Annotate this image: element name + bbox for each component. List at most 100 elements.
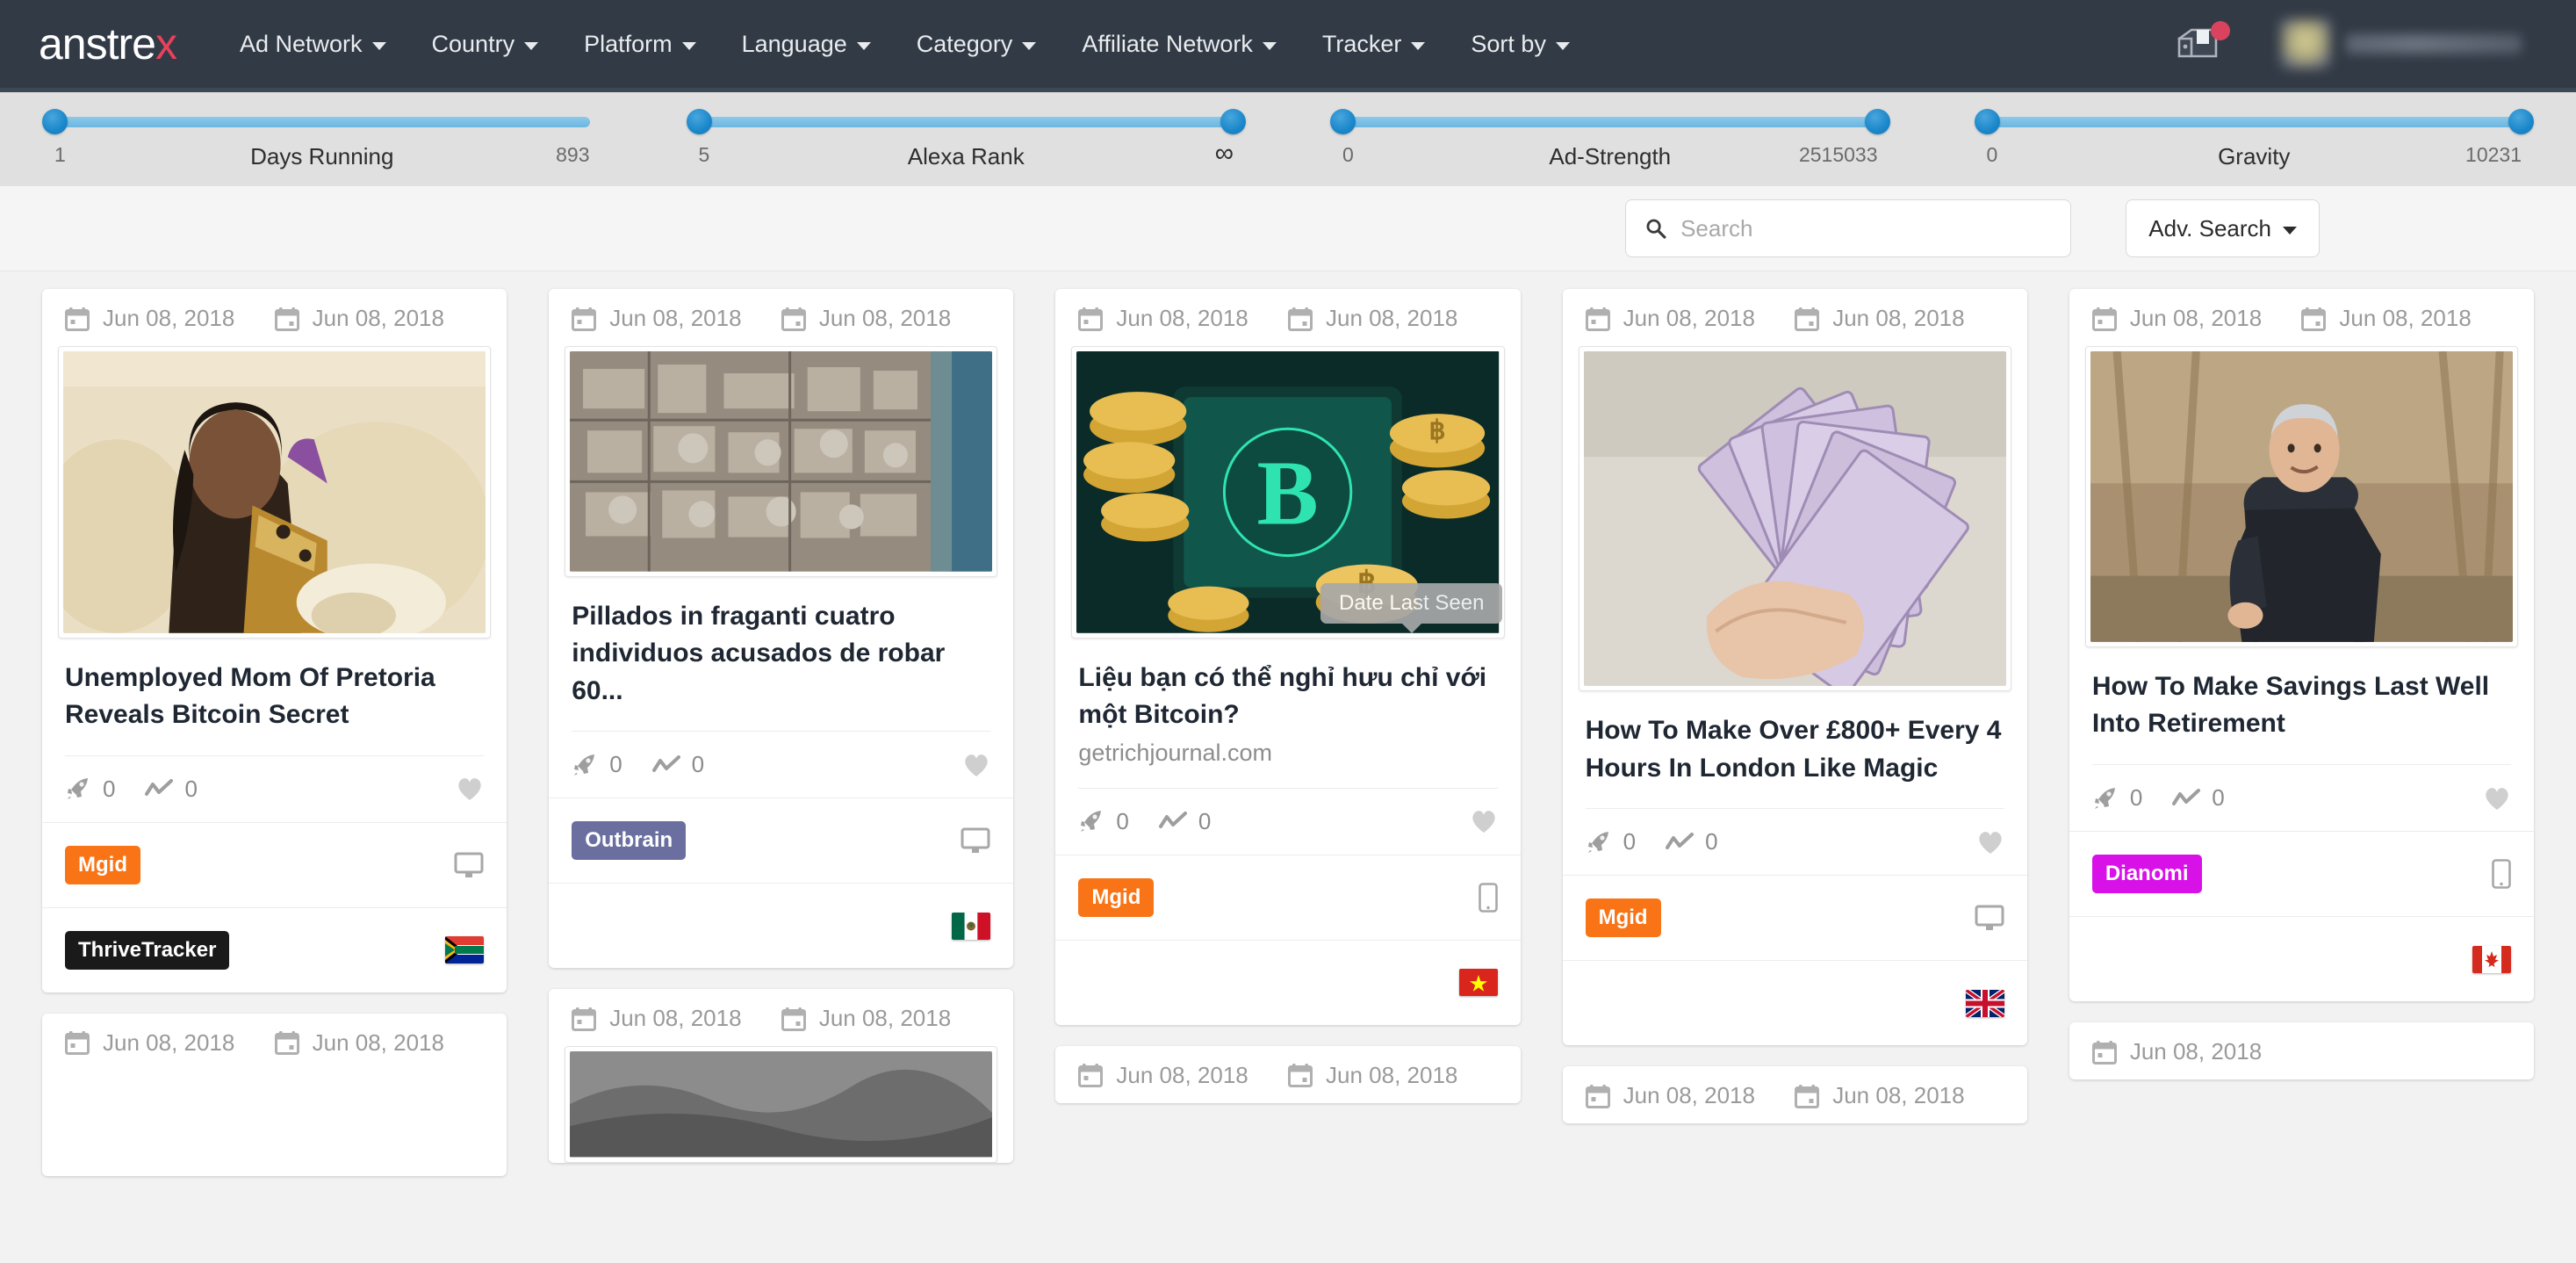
- card-image-frame[interactable]: £20 £20: [1578, 346, 2011, 691]
- search-field[interactable]: [1625, 199, 2072, 257]
- nav-item-country[interactable]: Country: [409, 31, 562, 58]
- card-network-row: Outbrain: [549, 798, 1014, 884]
- date-last-seen-value: Jun 08, 2018: [1832, 1082, 1965, 1109]
- card-image-frame[interactable]: [58, 346, 492, 639]
- card-network-row: Mgid: [1562, 876, 2027, 962]
- ad-card[interactable]: Jun 08, 2018 Jun 08, 2018: [1055, 289, 1521, 1025]
- ad-creative-image[interactable]: [570, 1051, 993, 1158]
- ad-network-badge[interactable]: Dianomi: [2091, 855, 2202, 893]
- ad-network-badge[interactable]: Mgid: [1078, 877, 1155, 917]
- date-last-seen: Jun 08, 2018: [2301, 305, 2511, 332]
- slider-handle-min[interactable]: [686, 109, 712, 134]
- ad-creative-image[interactable]: [570, 351, 993, 572]
- search-input[interactable]: [1680, 214, 2052, 242]
- nav-item-sort-by[interactable]: Sort by: [1448, 31, 1593, 58]
- gravity-value: 0: [1623, 828, 1637, 855]
- ad-title[interactable]: Unemployed Mom Of Pretoria Reveals Bitco…: [65, 660, 484, 734]
- nav-item-tracker[interactable]: Tracker: [1299, 31, 1449, 58]
- favorite-heart-icon[interactable]: [2483, 785, 2511, 812]
- slider-handle-min[interactable]: [1330, 109, 1356, 134]
- nav-item-language[interactable]: Language: [719, 31, 894, 58]
- ad-creative-image[interactable]: [2090, 351, 2514, 642]
- ad-card[interactable]: Jun 08, 2018 Jun 08, 2018: [42, 289, 507, 992]
- slider-handle-min[interactable]: [42, 109, 68, 134]
- nav-item-ad-network[interactable]: Ad Network: [217, 31, 409, 58]
- favorite-heart-icon[interactable]: [1470, 808, 1498, 834]
- ad-domain[interactable]: getrichjournal.com: [1078, 740, 1497, 767]
- username-label: [2346, 34, 2522, 54]
- slider-track[interactable]: [698, 117, 1234, 127]
- favorite-heart-icon[interactable]: [456, 776, 484, 802]
- ad-card[interactable]: Jun 08, 2018 Jun 08, 2018: [549, 289, 1014, 969]
- date-last-seen: Jun 08, 2018: [781, 305, 991, 332]
- favorite-heart-icon[interactable]: [962, 752, 990, 778]
- calendar-icon: [1585, 1084, 1610, 1108]
- country-indicator: [1965, 989, 2004, 1017]
- slider-track[interactable]: [54, 117, 590, 127]
- nav-item-affiliate-network[interactable]: Affiliate Network: [1059, 31, 1299, 58]
- ad-card[interactable]: Jun 08, 2018 Jun 08, 2018: [42, 1013, 507, 1176]
- nav-item-category[interactable]: Category: [894, 31, 1060, 58]
- card-image-frame[interactable]: [2084, 346, 2519, 647]
- mailbox-notification-button[interactable]: [2174, 21, 2230, 65]
- ad-creative-image[interactable]: [63, 351, 486, 633]
- anstrex-logo[interactable]: anstrex: [39, 19, 177, 69]
- slider-handle-min[interactable]: [1974, 109, 2000, 134]
- ad-network-badge[interactable]: Mgid: [1585, 899, 1661, 938]
- ad-card[interactable]: Jun 08, 2018 Jun 08, 2018: [1055, 1045, 1521, 1103]
- slider-ad-strength[interactable]: 0 Ad-Strength 2515033: [1288, 108, 1932, 170]
- slider-track-wrap[interactable]: [686, 108, 1246, 134]
- date-first-seen-value: Jun 08, 2018: [103, 1028, 235, 1056]
- nav-label-category: Category: [916, 30, 1013, 57]
- desktop-icon: [961, 827, 990, 854]
- slider-alexa-rank[interactable]: 5 Alexa Rank ∞: [644, 108, 1289, 170]
- slider-track[interactable]: [1986, 117, 2522, 127]
- gravity-stat: 0: [2092, 784, 2142, 812]
- adv-search-button[interactable]: Adv. Search: [2126, 199, 2320, 257]
- ad-card[interactable]: Jun 08, 2018 Jun 08, 2018: [1562, 289, 2027, 1046]
- card-image-frame[interactable]: [565, 346, 998, 577]
- ad-title[interactable]: Liệu bạn có thể nghỉ hưu chỉ với một Bit…: [1078, 660, 1497, 734]
- ad-network-badge[interactable]: Mgid: [65, 845, 140, 884]
- slider-handle-max[interactable]: [2508, 109, 2534, 134]
- ad-card[interactable]: Jun 08, 2018 Jun 08, 2018: [2069, 289, 2535, 1001]
- ad-network-badge[interactable]: Outbrain: [572, 821, 687, 861]
- user-menu[interactable]: [2276, 14, 2541, 74]
- calendar-icon: [2301, 307, 2327, 331]
- date-last-seen-value: Jun 08, 2018: [818, 305, 952, 331]
- ad-title[interactable]: Pillados in fraganti cuatro individuos a…: [572, 598, 990, 711]
- ad-card[interactable]: Jun 08, 2018 Jun 08, 2018: [1562, 1066, 2027, 1124]
- flag-icon-vn: [1458, 969, 1498, 997]
- country-indicator: [445, 936, 485, 964]
- calendar-icon: [1288, 1064, 1313, 1088]
- card-image-frame[interactable]: [565, 1046, 998, 1163]
- card-tracker-row: [1055, 941, 1520, 1025]
- slider-track-wrap[interactable]: [42, 108, 590, 134]
- slider-gravity[interactable]: 0 Gravity 10231: [1932, 108, 2576, 170]
- date-first-seen-value: Jun 08, 2018: [1116, 1061, 1248, 1088]
- card-tracker-row: [1563, 961, 2027, 1045]
- card-stats: 0 0: [1055, 789, 1521, 855]
- slider-handle-max[interactable]: [1220, 109, 1246, 134]
- slider-track[interactable]: [1342, 117, 1878, 127]
- ad-card[interactable]: Jun 08, 2018: [2069, 1022, 2535, 1079]
- card-tracker-row: ThriveTracker: [42, 908, 507, 992]
- chevron-down-icon: [524, 41, 539, 50]
- ad-title[interactable]: How To Make Savings Last Well Into Retir…: [2092, 668, 2511, 743]
- card-body: Pillados in fraganti cuatro individuos a…: [549, 577, 1013, 733]
- ad-creative-image[interactable]: £20 £20: [1583, 351, 2006, 686]
- slider-track-wrap[interactable]: [1330, 108, 1890, 134]
- slider-track-wrap[interactable]: [1974, 108, 2534, 134]
- nav-item-platform[interactable]: Platform: [561, 31, 719, 58]
- slider-handle-max[interactable]: [1864, 109, 1890, 134]
- favorite-heart-icon[interactable]: [1976, 829, 2004, 855]
- calendar-icon: [1288, 307, 1313, 331]
- date-first-seen: Jun 08, 2018: [572, 1005, 781, 1032]
- ad-card[interactable]: Jun 08, 2018 Jun 08, 2018: [549, 989, 1014, 1163]
- logo-text: anstrex: [39, 19, 177, 69]
- tracker-badge[interactable]: ThriveTracker: [65, 930, 230, 970]
- slider-days-running[interactable]: 1 Days Running 893: [0, 108, 644, 170]
- trend-line-icon: [2172, 788, 2201, 805]
- ad-title[interactable]: How To Make Over £800+ Every 4 Hours In …: [1586, 712, 2004, 787]
- svg-text:B: B: [1257, 441, 1319, 544]
